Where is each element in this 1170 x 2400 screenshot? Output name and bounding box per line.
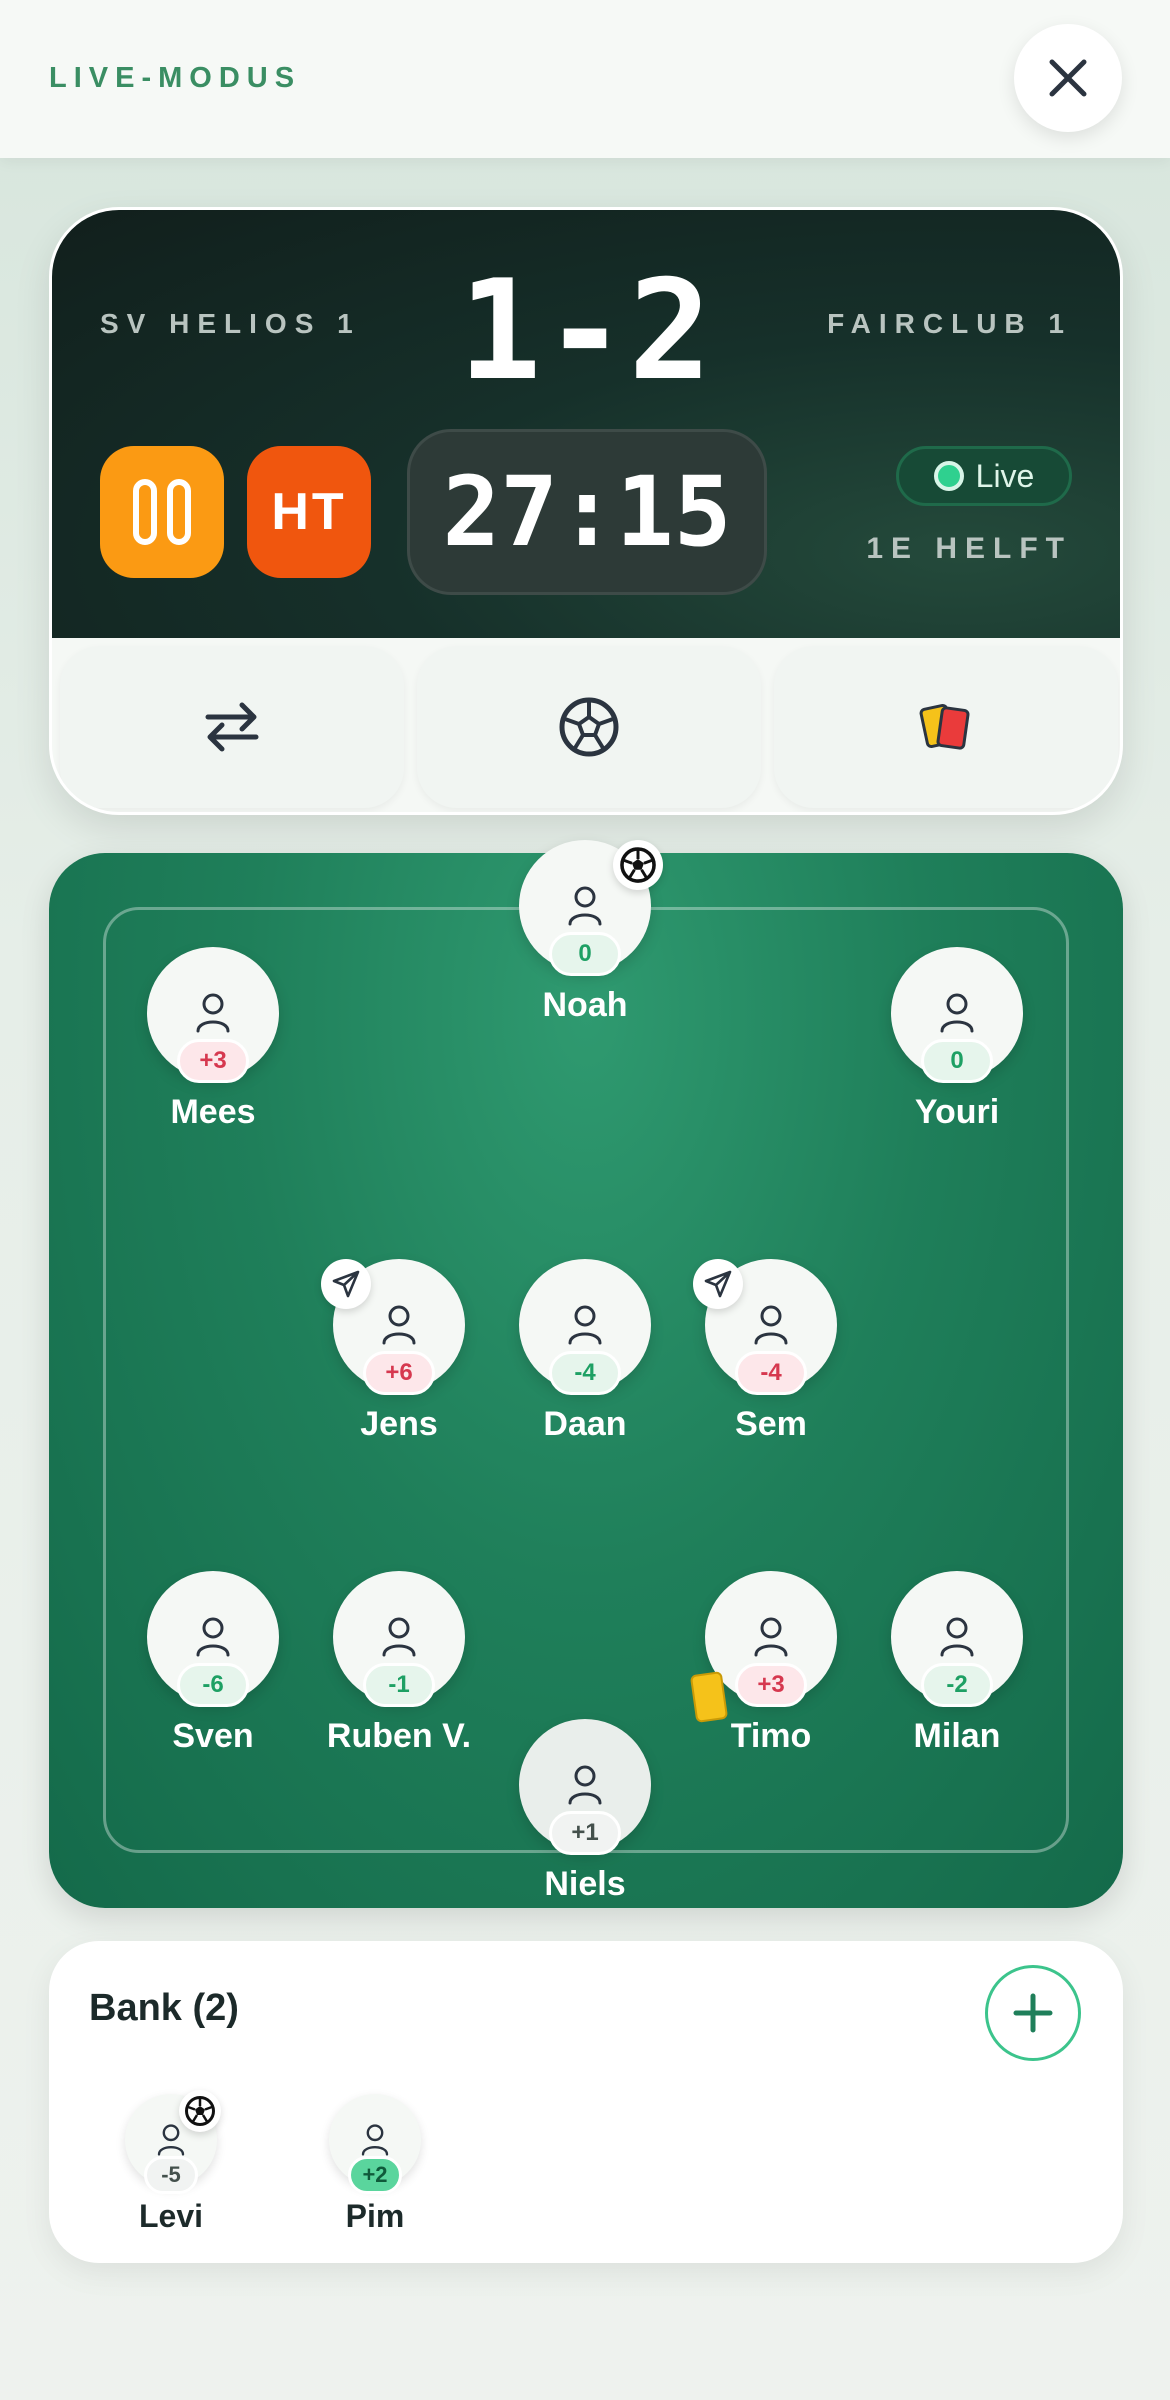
player-name: Sem: [735, 1405, 807, 1443]
person-icon: [196, 993, 230, 1033]
person-icon: [568, 886, 602, 926]
player-score-badge: -4: [549, 1351, 621, 1395]
soccer-ball-icon: [559, 697, 619, 757]
goal-button[interactable]: [417, 646, 761, 808]
substitution-button[interactable]: [60, 646, 404, 808]
player-score-badge: -6: [177, 1663, 249, 1707]
person-icon: [382, 1305, 416, 1345]
player-name: Pim: [345, 2198, 405, 2234]
swap-arrows-icon: [205, 702, 259, 752]
person-icon: [157, 2124, 185, 2156]
player-score-badge: -2: [921, 1663, 993, 1707]
scoreboard: SV HELIOS 1 1-2 FAIRCLUB 1 HT 27:15 Live…: [52, 210, 1120, 638]
cards-button[interactable]: [774, 646, 1118, 808]
person-icon: [940, 1617, 974, 1657]
player-name: Noah: [542, 986, 628, 1024]
player-score-badge: +1: [549, 1811, 621, 1855]
pause-button[interactable]: [100, 446, 224, 578]
player-name: Milan: [913, 1717, 1001, 1755]
person-icon: [568, 1305, 602, 1345]
player-score-badge: -1: [363, 1663, 435, 1707]
player-score-badge: +3: [735, 1663, 807, 1707]
player-name: Mees: [170, 1093, 256, 1131]
close-icon: [1049, 59, 1087, 97]
bench-panel: Bank (2) -5 Levi +2 Pim: [49, 1941, 1123, 2263]
goal-marker-icon: [179, 2090, 221, 2132]
cards-icon: [919, 703, 970, 750]
top-bar: LIVE-MODUS: [0, 0, 1170, 158]
player-score-badge: 0: [921, 1039, 993, 1083]
halftime-button[interactable]: HT: [247, 446, 371, 578]
live-status-badge: Live: [896, 446, 1072, 506]
person-icon: [568, 1765, 602, 1805]
yellow-card-icon: [689, 1671, 729, 1723]
player-score-badge: -5: [144, 2156, 198, 2194]
plus-icon: [1013, 1993, 1053, 2033]
player-name: Niels: [544, 1865, 626, 1903]
player-score-badge: +6: [363, 1351, 435, 1395]
person-icon: [361, 2124, 389, 2156]
player-name: Ruben V.: [326, 1717, 472, 1755]
live-label: Live: [975, 457, 1035, 494]
person-icon: [382, 1617, 416, 1657]
paper-plane-icon: [693, 1259, 743, 1309]
add-player-button[interactable]: [985, 1965, 1081, 2061]
person-icon: [940, 993, 974, 1033]
pitch: 0 Noah +3 Mees 0 Youri +6 Jens -4 Daan -…: [49, 840, 1123, 1908]
player-score-badge: +2: [348, 2156, 402, 2194]
player-score-badge: +3: [177, 1039, 249, 1083]
player-score-badge: -4: [735, 1351, 807, 1395]
bench-title: Bank (2): [89, 1987, 239, 2029]
person-icon: [196, 1617, 230, 1657]
pause-icon: [133, 479, 191, 545]
period-label: 1E HELFT: [866, 532, 1072, 565]
paper-plane-icon: [321, 1259, 371, 1309]
scoreboard-card: SV HELIOS 1 1-2 FAIRCLUB 1 HT 27:15 Live…: [49, 207, 1123, 815]
live-dot-icon: [933, 461, 964, 491]
player-name: Levi: [138, 2198, 204, 2234]
person-icon: [754, 1305, 788, 1345]
match-timer: 27:15: [407, 429, 767, 595]
player-name: Youri: [914, 1093, 1000, 1131]
mode-label: LIVE-MODUS: [49, 62, 302, 94]
player-score-badge: 0: [549, 932, 621, 976]
person-icon: [754, 1617, 788, 1657]
close-button[interactable]: [1014, 24, 1122, 132]
goal-marker-icon: [613, 840, 663, 890]
away-team-name: FAIRCLUB 1: [827, 308, 1072, 339]
